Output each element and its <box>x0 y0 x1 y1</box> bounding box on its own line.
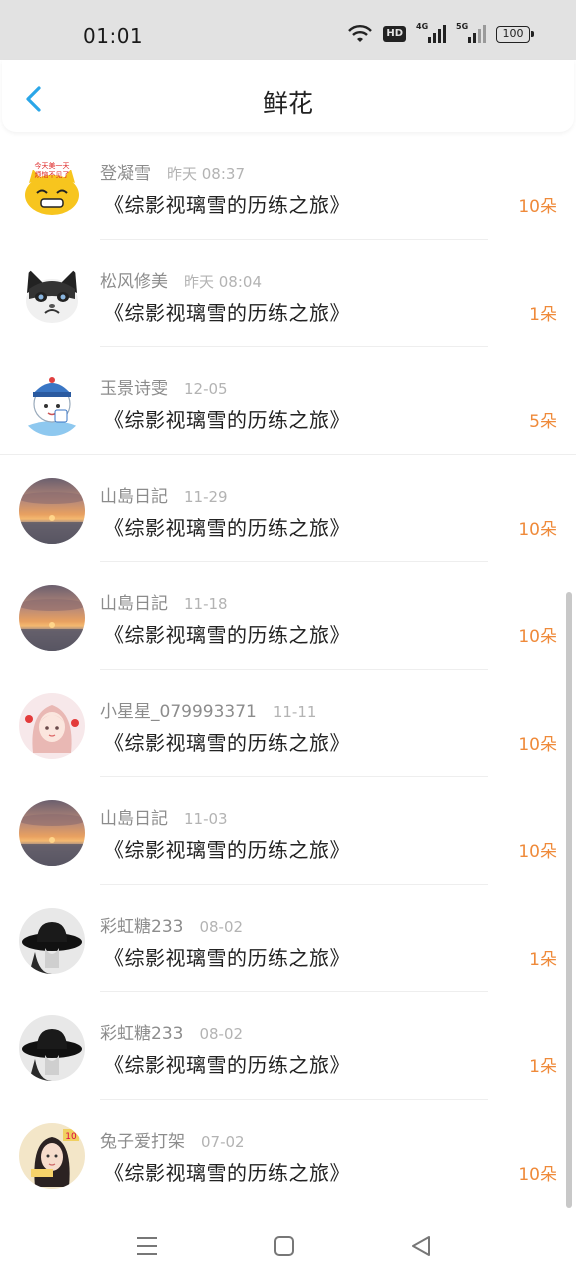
flower-count: 1朵 <box>529 949 557 970</box>
book-title[interactable]: 《综影视璃雪的历练之旅》 <box>104 834 350 863</box>
record-meta: 玉景诗雯 12-05 <box>100 374 228 399</box>
book-title[interactable]: 《综影视璃雪的历练之旅》 <box>104 727 350 756</box>
username[interactable]: 山島日記 <box>100 589 168 614</box>
avatar[interactable] <box>19 262 85 329</box>
gift-time: 昨天 08:37 <box>167 165 245 183</box>
username[interactable]: 小星星_079993371 <box>100 697 257 722</box>
avatar[interactable] <box>19 477 85 544</box>
flower-record-row[interactable]: 山島日記 11-29 《综影视璃雪的历练之旅》 10朵 <box>0 455 576 562</box>
avatar[interactable] <box>19 800 85 866</box>
flower-record-row[interactable]: 今天美一天 烦恼不见了 登凝雪 昨天 08:37 《综影视璃雪的历练之旅》 10朵 <box>0 132 576 240</box>
record-meta: 山島日記 11-03 <box>100 804 228 829</box>
avatar[interactable] <box>19 585 85 651</box>
flower-count: 1朵 <box>529 1057 557 1077</box>
status-icons: HD 4G 5G 100 <box>347 22 534 44</box>
signal-5g-icon: 5G <box>456 22 486 43</box>
scrollbar[interactable] <box>566 592 572 1208</box>
gift-time: 08-02 <box>199 1025 244 1043</box>
hd-badge: HD <box>383 26 406 42</box>
username[interactable]: 兔子爱打架 <box>100 1127 185 1152</box>
svg-text:10: 10 <box>65 1132 77 1142</box>
flower-record-row[interactable]: 10 兔子爱打架 07-02 《综影视璃雪的历练之旅》 10朵 <box>0 1100 576 1208</box>
flower-count: 1朵 <box>529 304 557 325</box>
gift-time: 07-02 <box>201 1132 245 1151</box>
book-title[interactable]: 《综影视璃雪的历练之旅》 <box>104 619 350 648</box>
status-time: 01:01 <box>83 24 144 48</box>
record-meta: 小星星_079993371 11-11 <box>100 697 316 722</box>
book-title[interactable]: 《综影视璃雪的历练之旅》 <box>104 942 350 971</box>
flower-record-list: 今天美一天 烦恼不见了 登凝雪 昨天 08:37 《综影视璃雪的历练之旅》 10朵 松风修美… <box>0 132 576 1207</box>
flower-count: 5朵 <box>529 412 557 432</box>
flower-record-row[interactable]: 山島日記 11-03 《综影视璃雪的历练之旅》 10朵 <box>0 777 576 885</box>
gift-time: 08-02 <box>199 917 244 936</box>
record-meta: 彩虹糖233 08-02 <box>100 1019 243 1044</box>
flower-count: 10朵 <box>518 734 557 755</box>
flower-count: 10朵 <box>518 627 557 647</box>
flower-record-row[interactable]: 小星星_079993371 11-11 《综影视璃雪的历练之旅》 10朵 <box>0 670 576 777</box>
system-nav-bar <box>0 1212 576 1280</box>
wifi-icon <box>348 25 373 42</box>
username[interactable]: 彩虹糖233 <box>100 912 183 937</box>
flower-record-row[interactable]: 彩虹糖233 08-02 《综影视璃雪的历练之旅》 1朵 <box>0 992 576 1100</box>
book-title[interactable]: 《综影视璃雪的历练之旅》 <box>104 404 350 433</box>
gift-time: 11-11 <box>272 702 317 721</box>
header: 鲜花 <box>2 60 574 132</box>
avatar[interactable] <box>19 692 85 759</box>
svg-text:烦恼不见了: 烦恼不见了 <box>35 170 70 179</box>
flower-count: 10朵 <box>518 1164 557 1185</box>
book-title[interactable]: 《综影视璃雪的历练之旅》 <box>104 512 350 541</box>
gift-time: 昨天 08:04 <box>184 272 262 291</box>
avatar[interactable]: 10 <box>19 1122 85 1189</box>
book-title[interactable]: 《综影视璃雪的历练之旅》 <box>104 1049 350 1078</box>
record-meta: 兔子爱打架 07-02 <box>100 1127 245 1152</box>
page-title: 鲜花 <box>262 89 313 118</box>
book-title[interactable]: 《综影视璃雪的历练之旅》 <box>104 297 350 326</box>
record-meta: 登凝雪 昨天 08:37 <box>100 159 245 184</box>
avatar[interactable] <box>19 1015 85 1081</box>
flower-count: 10朵 <box>518 519 557 540</box>
flower-count: 10朵 <box>518 842 557 862</box>
gift-time: 11-03 <box>184 810 228 828</box>
gift-time: 11-18 <box>184 595 228 613</box>
home-square-icon[interactable] <box>270 1232 298 1260</box>
menu-icon[interactable] <box>133 1232 161 1260</box>
record-meta: 彩虹糖233 08-02 <box>100 912 243 937</box>
battery-icon: 100 <box>496 25 534 43</box>
flower-count: 10朵 <box>518 197 557 217</box>
record-meta: 松风修美 昨天 08:04 <box>100 267 262 292</box>
flower-record-row[interactable]: 松风修美 昨天 08:04 《综影视璃雪的历练之旅》 1朵 <box>0 240 576 347</box>
flower-record-row[interactable]: 彩虹糖233 08-02 《综影视璃雪的历练之旅》 1朵 <box>0 885 576 992</box>
gift-time: 12-05 <box>184 380 228 398</box>
status-bar: 01:01 HD 4G 5G 100 <box>0 0 576 60</box>
flower-record-row[interactable]: 山島日記 11-18 《综影视璃雪的历练之旅》 10朵 <box>0 562 576 670</box>
avatar[interactable] <box>19 370 85 436</box>
signal-4g-icon: 4G <box>416 22 446 43</box>
username[interactable]: 玉景诗雯 <box>100 374 168 399</box>
book-title[interactable]: 《综影视璃雪的历练之旅》 <box>104 189 350 218</box>
record-meta: 山島日記 11-29 <box>100 482 228 507</box>
back-triangle-icon[interactable] <box>407 1232 435 1260</box>
record-meta: 山島日記 11-18 <box>100 589 228 614</box>
gift-time: 11-29 <box>184 487 228 506</box>
username[interactable]: 松风修美 <box>100 267 168 292</box>
username[interactable]: 彩虹糖233 <box>100 1019 183 1044</box>
avatar[interactable]: 今天美一天 烦恼不见了 <box>19 155 85 221</box>
username[interactable]: 山島日記 <box>100 482 168 507</box>
username[interactable]: 山島日記 <box>100 804 168 829</box>
book-title[interactable]: 《综影视璃雪的历练之旅》 <box>104 1157 350 1186</box>
avatar[interactable] <box>19 907 85 974</box>
flower-record-row[interactable]: 玉景诗雯 12-05 《综影视璃雪的历练之旅》 5朵 <box>0 347 576 455</box>
svg-text:今天美一天: 今天美一天 <box>35 161 70 170</box>
username[interactable]: 登凝雪 <box>100 159 151 184</box>
